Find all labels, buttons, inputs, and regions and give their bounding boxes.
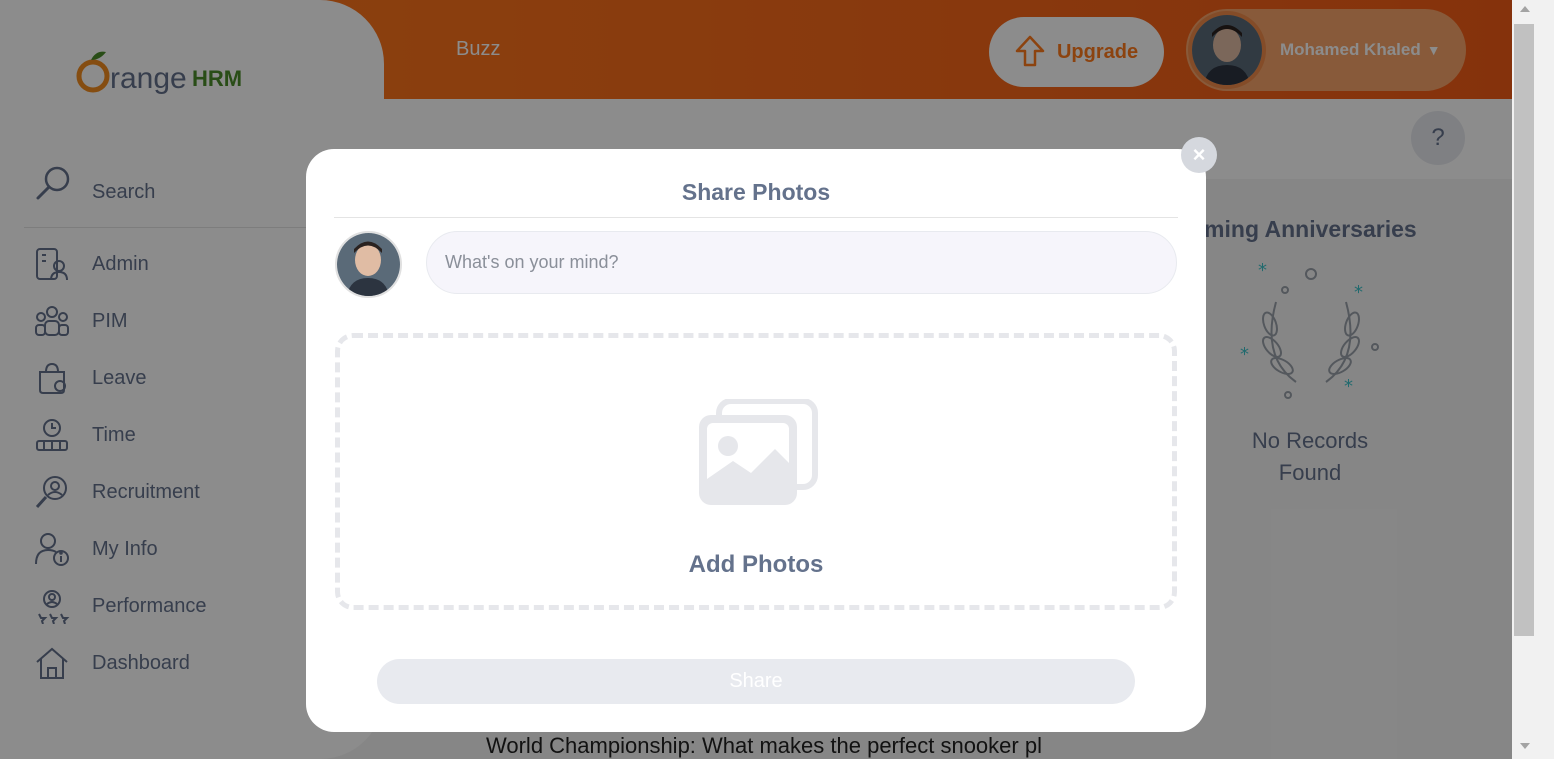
image-gallery-icon xyxy=(699,399,818,505)
page-scrollbar[interactable] xyxy=(1512,0,1554,759)
share-button[interactable]: Share xyxy=(377,659,1135,704)
avatar xyxy=(335,231,402,298)
scroll-down-arrow-icon[interactable] xyxy=(1520,743,1530,749)
modal-title: Share Photos xyxy=(681,179,831,205)
scrollbar-thumb[interactable] xyxy=(1514,24,1534,636)
add-photos-dropzone[interactable]: Add Photos xyxy=(335,333,1177,610)
close-icon[interactable]: × xyxy=(1181,137,1217,173)
modal-divider xyxy=(334,217,1178,218)
share-photos-modal: Share Photos Add Photos Share xyxy=(306,149,1206,732)
add-photos-label: Add Photos xyxy=(688,551,824,578)
post-text-input[interactable] xyxy=(426,231,1177,294)
scroll-up-arrow-icon[interactable] xyxy=(1520,6,1530,12)
